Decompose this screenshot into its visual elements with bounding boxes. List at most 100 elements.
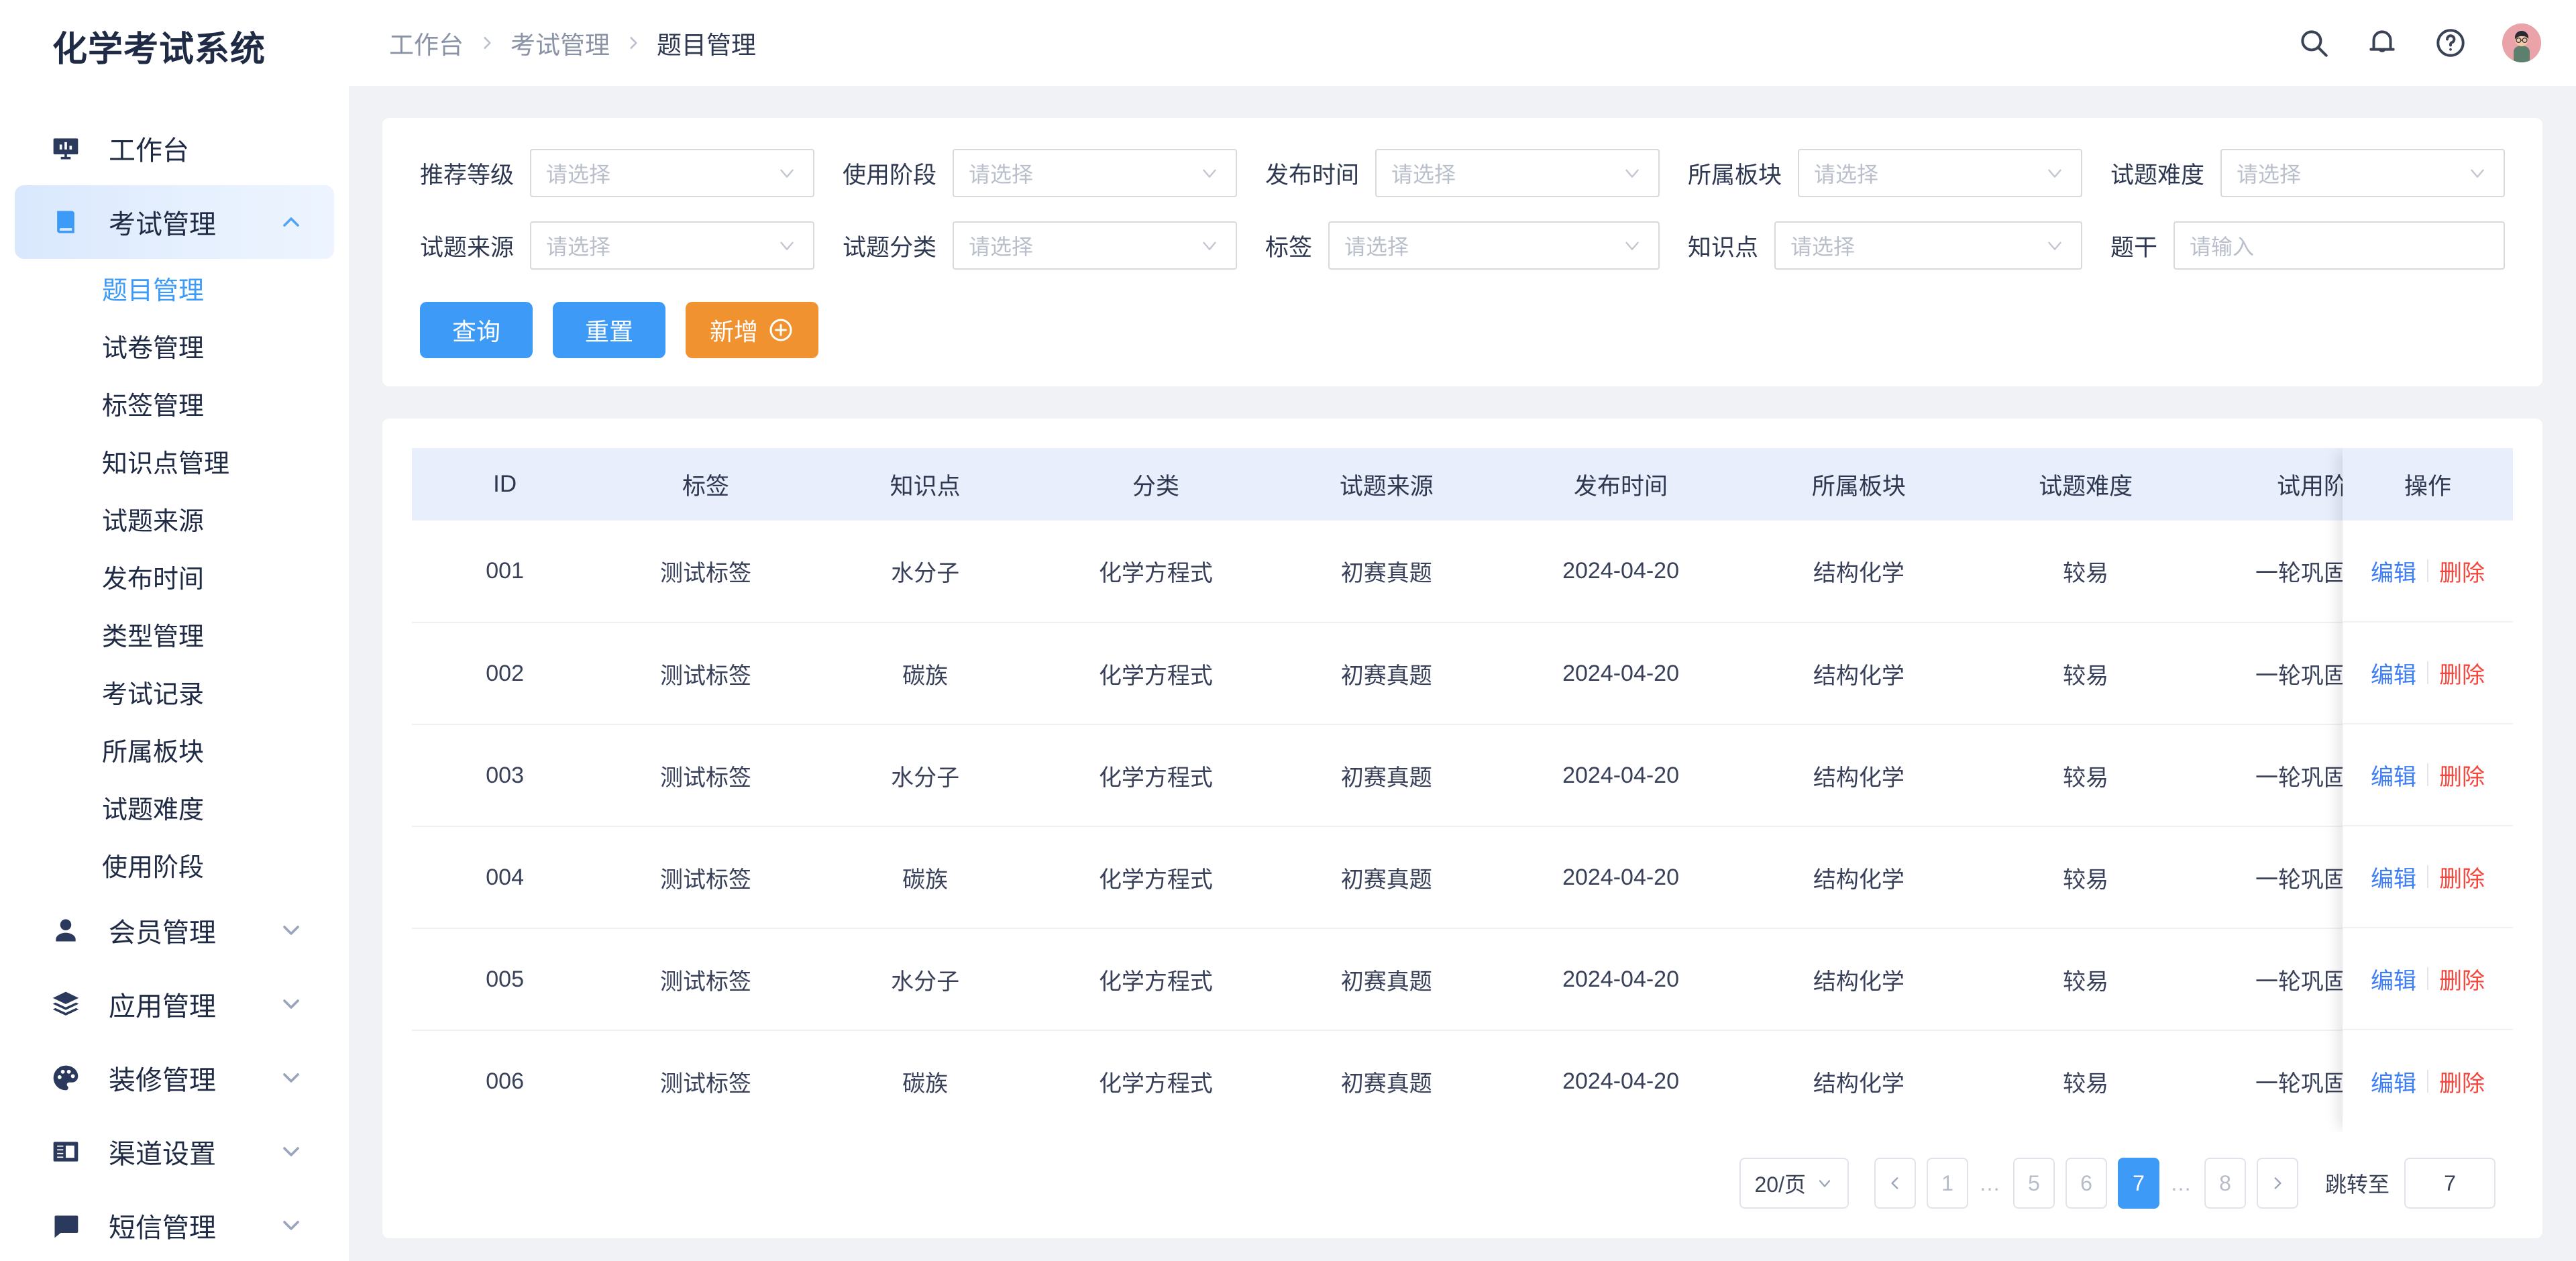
- page-size-select[interactable]: 20/页: [1739, 1158, 1849, 1209]
- cell-difficulty: 较易: [1974, 724, 2198, 827]
- chevron-down-icon[interactable]: [278, 1138, 305, 1165]
- stem-input[interactable]: 请输入: [2174, 221, 2505, 270]
- sidebar-subitem-tag-management[interactable]: 标签管理: [0, 374, 349, 432]
- sidebar-item-decoration-management[interactable]: 装修管理: [15, 1041, 334, 1115]
- filter-buttons: 查询 重置 新增: [420, 302, 2505, 358]
- chevron-down-icon[interactable]: [278, 1212, 305, 1239]
- sidebar-item-workbench[interactable]: 工作台: [15, 111, 334, 185]
- col-header-id[interactable]: ID: [412, 448, 598, 520]
- col-header-difficulty[interactable]: 试题难度: [1974, 448, 2198, 520]
- delete-link[interactable]: 删除: [2428, 555, 2485, 588]
- delete-link[interactable]: 删除: [2428, 1065, 2485, 1098]
- col-header-source[interactable]: 试题来源: [1275, 448, 1499, 520]
- sidebar-subitem-publish-time[interactable]: 发布时间: [0, 547, 349, 605]
- sidebar-item-app-management[interactable]: 应用管理: [15, 967, 334, 1041]
- page-ellipsis-left[interactable]: …: [1979, 1158, 2002, 1209]
- breadcrumb-item-workbench[interactable]: 工作台: [389, 25, 464, 61]
- table-row[interactable]: 002 测试标签 碳族 化学方程式 初赛真题 2024-04-20 结构化学 较…: [412, 622, 2513, 725]
- cell-difficulty: 较易: [1974, 520, 2198, 623]
- question-category-select[interactable]: 请选择: [953, 221, 1237, 270]
- sidebar-subitem-knowledge-point-management[interactable]: 知识点管理: [0, 432, 349, 490]
- cell-tag: 测试标签: [598, 826, 814, 929]
- col-header-section[interactable]: 所属板块: [1743, 448, 1974, 520]
- filter-knowledge-point: 知识点 请选择: [1688, 221, 2110, 270]
- col-header-category[interactable]: 分类: [1036, 448, 1275, 520]
- chevron-down-icon[interactable]: [278, 1064, 305, 1091]
- tag-select[interactable]: 请选择: [1328, 221, 1660, 270]
- sidebar-subitem-exam-records[interactable]: 考试记录: [0, 663, 349, 720]
- placeholder-text: 请选择: [2237, 162, 2302, 186]
- sidebar-item-exam-management[interactable]: 考试管理: [15, 185, 334, 259]
- placeholder-text: 请选择: [546, 235, 611, 259]
- sidebar-item-label: 会员管理: [109, 918, 216, 948]
- recommend-level-select[interactable]: 请选择: [530, 149, 814, 197]
- delete-link[interactable]: 删除: [2428, 657, 2485, 690]
- chevron-down-icon[interactable]: [278, 917, 305, 944]
- edit-link[interactable]: 编辑: [2371, 1065, 2427, 1098]
- cell-section: 结构化学: [1743, 520, 1974, 623]
- placeholder-text: 请选择: [1790, 235, 1856, 259]
- col-header-tag[interactable]: 标签: [598, 448, 814, 520]
- table-row[interactable]: 006 测试标签 碳族 化学方程式 初赛真题 2024-04-20 结构化学 较…: [412, 1030, 2513, 1132]
- prev-page-button[interactable]: [1874, 1158, 1916, 1209]
- sidebar-subitem-type-management[interactable]: 类型管理: [0, 605, 349, 663]
- cell-knowledge: 碳族: [813, 826, 1037, 929]
- sidebar-subitem-paper-management[interactable]: 试卷管理: [0, 317, 349, 374]
- edit-link[interactable]: 编辑: [2371, 963, 2427, 995]
- delete-link[interactable]: 删除: [2428, 861, 2485, 893]
- delete-link[interactable]: 删除: [2428, 963, 2485, 995]
- cell-category: 化学方程式: [1036, 724, 1275, 827]
- difficulty-select[interactable]: 请选择: [2220, 149, 2505, 197]
- col-header-publish-time[interactable]: 发布时间: [1498, 448, 1744, 520]
- edit-link[interactable]: 编辑: [2371, 657, 2427, 690]
- sidebar-subitem-question-source[interactable]: 试题来源: [0, 490, 349, 547]
- page-button-8[interactable]: 8: [2204, 1158, 2246, 1209]
- sidebar-subitem-question-management[interactable]: 题目管理: [0, 259, 349, 317]
- table-row[interactable]: 005 测试标签 水分子 化学方程式 初赛真题 2024-04-20 结构化学 …: [412, 928, 2513, 1031]
- next-page-button[interactable]: [2256, 1158, 2298, 1209]
- publish-time-select[interactable]: 请选择: [1375, 149, 1660, 197]
- page-button-1[interactable]: 1: [1926, 1158, 1968, 1209]
- knowledge-point-select[interactable]: 请选择: [1774, 221, 2082, 270]
- question-table-panel: ID 标签 知识点 分类 试题来源 发布时间 所属板块 试题难度 试用阶段 推荐…: [382, 419, 2542, 1238]
- edit-link[interactable]: 编辑: [2371, 555, 2427, 588]
- sidebar-item-member-management[interactable]: 会员管理: [15, 893, 334, 967]
- page-button-5[interactable]: 5: [2012, 1158, 2055, 1209]
- cell-knowledge: 水分子: [813, 520, 1037, 623]
- main-area: 工作台 考试管理 题目管理 推荐等级 请选择 使用阶段 请选择 发布时间 请选择…: [349, 0, 2576, 1261]
- delete-link[interactable]: 删除: [2428, 759, 2485, 791]
- jump-to-input[interactable]: 7: [2404, 1158, 2496, 1209]
- edit-link[interactable]: 编辑: [2371, 759, 2427, 791]
- search-button[interactable]: 查询: [420, 302, 533, 358]
- page-button-7[interactable]: 7: [2117, 1158, 2159, 1209]
- reset-button[interactable]: 重置: [553, 302, 665, 358]
- section-select[interactable]: 请选择: [1798, 149, 2082, 197]
- table-row[interactable]: 001 测试标签 水分子 化学方程式 初赛真题 2024-04-20 结构化学 …: [412, 520, 2513, 623]
- table-row[interactable]: 004 测试标签 碳族 化学方程式 初赛真题 2024-04-20 结构化学 较…: [412, 826, 2513, 929]
- search-icon[interactable]: [2297, 26, 2330, 60]
- sidebar-subitem-section[interactable]: 所属板块: [0, 720, 349, 778]
- table-row[interactable]: 003 测试标签 水分子 化学方程式 初赛真题 2024-04-20 结构化学 …: [412, 724, 2513, 827]
- page-button-6[interactable]: 6: [2065, 1158, 2107, 1209]
- avatar[interactable]: [2502, 23, 2541, 62]
- bell-icon[interactable]: [2365, 26, 2399, 60]
- question-source-select[interactable]: 请选择: [530, 221, 814, 270]
- page-ellipsis-right[interactable]: …: [2170, 1158, 2194, 1209]
- chevron-up-icon[interactable]: [278, 209, 305, 235]
- edit-link[interactable]: 编辑: [2371, 861, 2427, 893]
- sidebar-item-channel-settings[interactable]: 渠道设置: [15, 1115, 334, 1189]
- usage-stage-select[interactable]: 请选择: [953, 149, 1237, 197]
- table-scroll-container[interactable]: ID 标签 知识点 分类 试题来源 发布时间 所属板块 试题难度 试用阶段 推荐…: [412, 448, 2513, 1132]
- placeholder-text: 请选择: [1344, 235, 1409, 259]
- search-button-label: 查询: [451, 318, 500, 345]
- sidebar-item-message-management[interactable]: 短信管理: [15, 1189, 334, 1261]
- chevron-down-icon[interactable]: [278, 991, 305, 1018]
- add-button[interactable]: 新增: [686, 302, 819, 358]
- sidebar-subitem-difficulty[interactable]: 试题难度: [0, 778, 349, 836]
- sidebar-item-label: 工作台: [109, 136, 189, 166]
- breadcrumb-item-exam-management[interactable]: 考试管理: [511, 25, 610, 61]
- help-circle-icon[interactable]: [2434, 26, 2467, 60]
- col-header-knowledge[interactable]: 知识点: [813, 448, 1037, 520]
- sidebar-subitem-usage-stage[interactable]: 使用阶段: [0, 836, 349, 893]
- book-icon: [48, 205, 83, 239]
